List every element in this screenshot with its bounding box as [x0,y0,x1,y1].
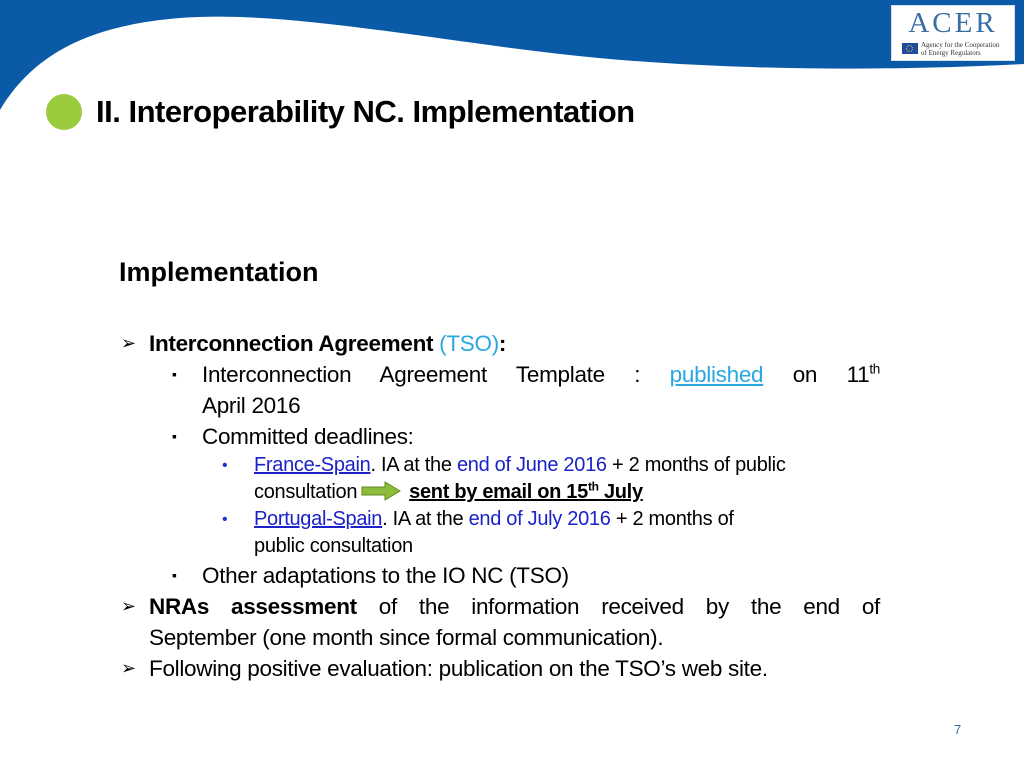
template-line2: April 2016 [202,393,301,418]
dot-bullet-icon: • [222,457,228,474]
logo-subtitle-line1: Agency for the Cooperation [921,41,1000,49]
eu-flag-icon [902,43,918,54]
deadline-text: . IA at the [370,454,457,476]
slide-title: II. Interoperability NC. Implementation [96,94,635,129]
colon: : [498,331,507,356]
deadline-date: end of July 2016 [468,508,611,530]
list-item-committed-deadlines: ▪ Committed deadlines: [120,421,880,452]
square-bullet-icon: ▪ [172,567,177,583]
logo-subtitle: Agency for the Cooperation of Energy Reg… [921,41,999,57]
template-date-text: on 11 [763,362,870,387]
publication-text: Following positive evaluation: publicati… [149,656,768,681]
list-item-interconnection-agreement: ➢ Interconnection Agreement (TSO): [120,328,880,359]
deadline-france-spain: • France-Spain. IA at the end of June 20… [120,452,880,506]
acer-logo[interactable]: ACER Agency for the Cooperation of Energ… [891,5,1015,61]
france-spain-line2: consultation sent by email on 15th July [254,479,880,506]
nras-text: of the information received by the end o… [356,594,881,619]
arrow-bullet-icon: ➢ [121,333,136,353]
title-bullet-dot-icon [46,94,82,130]
nras-heading: NRAs assessment [149,594,357,619]
ordinal-suffix: th [869,361,880,377]
deadline-text: . IA at the [382,508,469,530]
portugal-spain-line1: Portugal-Spain. IA at the end of July 20… [254,506,880,533]
square-bullet-icon: ▪ [172,428,177,444]
nras-line1: NRAs assessment of the information recei… [149,591,880,622]
deadline-text: + 2 months of [610,508,734,530]
portugal-spain-link[interactable]: Portugal-Spain [254,508,382,530]
slide-content: ➢ Interconnection Agreement (TSO): ▪ Int… [120,328,880,684]
list-item-publication: ➢ Following positive evaluation: publica… [120,653,880,684]
france-spain-line1: France-Spain. IA at the end of June 2016… [254,452,880,479]
list-item-template: ▪ Interconnection Agreement Template : p… [120,359,880,421]
tso-label: (TSO) [439,331,499,356]
template-line1: Interconnection Agreement Template : pub… [202,359,880,390]
sent-by-email-note: sent by email on 15th July [409,479,643,503]
square-bullet-icon: ▪ [172,366,177,382]
dot-bullet-icon: • [222,511,228,528]
template-text: Interconnection Agreement Template : [202,362,670,387]
section-heading: Implementation [119,257,319,287]
deadline-date: end of June 2016 [456,454,607,476]
published-link[interactable]: published [670,362,764,387]
note-text: July [598,481,643,503]
list-item-nras-assessment: ➢ NRAs assessment of the information rec… [120,591,880,653]
right-arrow-icon [361,481,402,501]
deadline-portugal-spain: • Portugal-Spain. IA at the end of July … [120,506,880,560]
list-item-other-adaptations: ▪ Other adaptations to the IO NC (TSO) [120,560,880,591]
logo-title: ACER [908,7,998,39]
page-number: 7 [954,722,962,737]
note-text: sent by email on 15 [409,481,588,503]
logo-subtitle-line2: of Energy Regulators [921,49,981,57]
committed-deadlines-text: Committed deadlines: [202,424,414,449]
arrow-bullet-icon: ➢ [121,658,136,678]
deadline-text: + 2 months of public [606,454,786,476]
france-spain-link[interactable]: France-Spain [254,454,371,476]
item-heading: Interconnection Agreement [149,331,434,356]
ordinal-suffix: th [587,479,599,494]
nras-line2: September (one month since formal commun… [149,625,664,650]
portugal-spain-line2: public consultation [254,535,413,557]
arrow-bullet-icon: ➢ [121,596,136,616]
deadline-text: consultation [254,481,358,503]
other-adaptations-text: Other adaptations to the IO NC (TSO) [202,563,569,588]
